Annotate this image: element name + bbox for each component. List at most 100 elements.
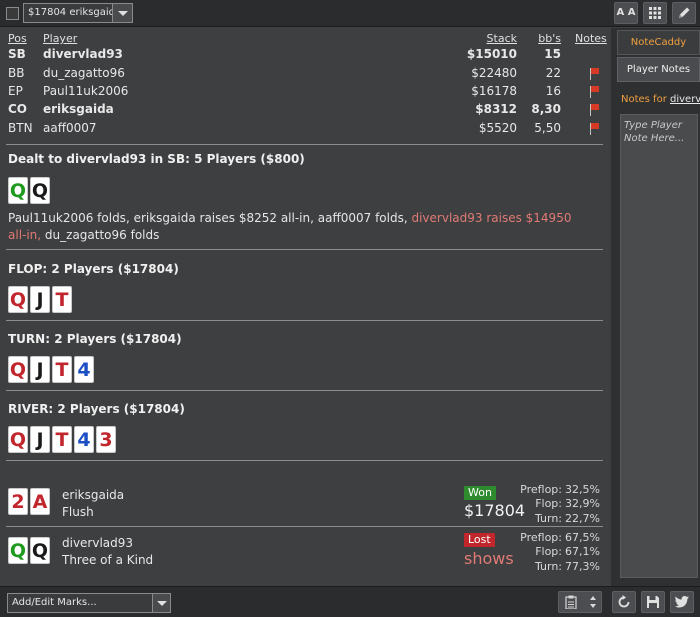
player-row[interactable]: BTN aaff0007 $5520 5,50 [0, 120, 611, 139]
save-button[interactable] [641, 591, 665, 613]
player-row[interactable]: SB divervlad93 $15010 15 [0, 46, 611, 65]
top-toolbar: $17804 eriksgaida A A [0, 0, 700, 27]
divider [6, 144, 603, 145]
board-card: 4 [74, 426, 94, 453]
header-notes[interactable]: Notes [575, 32, 607, 45]
hand-history-panel: Pos Player Stack bb's Notes SB divervlad… [0, 28, 611, 586]
notes-player-link[interactable]: divervlad93 [670, 94, 700, 105]
grid-icon [649, 7, 661, 19]
player-row[interactable]: CO eriksgaida $8312 8,30 [0, 101, 611, 120]
dropdown-chevron-icon[interactable] [112, 4, 132, 22]
dropdown-chevron-icon[interactable] [152, 594, 170, 612]
share-twitter-button[interactable] [670, 591, 694, 613]
header-stack[interactable]: Stack [487, 32, 517, 45]
player-position: EP [8, 84, 23, 98]
notes-for-prefix: Notes for [621, 94, 670, 105]
player-position: BTN [8, 121, 33, 135]
player-position: CO [8, 102, 28, 116]
won-badge: Won [464, 486, 496, 500]
board-card: T [52, 426, 72, 453]
player-name[interactable]: aaff0007 [43, 121, 97, 135]
player-bbs: 22 [545, 66, 561, 80]
note-flag-icon[interactable] [589, 104, 599, 116]
preflop-title: Dealt to divervlad93 in SB: 5 Players ($… [8, 152, 305, 166]
marks-dropdown[interactable]: Add/Edit Marks... [7, 593, 171, 613]
player-stack: $5520 [478, 121, 517, 135]
board-card: Q [8, 426, 28, 453]
font-size-button[interactable]: A A [614, 2, 638, 24]
divider [6, 320, 603, 321]
player-bbs: 5,50 [534, 121, 561, 135]
divider [6, 526, 603, 527]
notes-for-label: Notes for divervlad93 [621, 94, 700, 105]
player-position: BB [8, 66, 25, 80]
result-player-name[interactable]: divervlad93 [62, 536, 133, 550]
grid-button[interactable] [643, 2, 667, 24]
showdown-card: A [30, 488, 50, 515]
action-text-part: Paul11uk2006 folds, eriksgaida raises $8… [8, 211, 412, 225]
board-card: 3 [96, 426, 116, 453]
up-down-arrows-icon [590, 596, 596, 608]
hole-card: Q [8, 177, 28, 204]
player-name[interactable]: divervlad93 [43, 47, 123, 61]
lost-badge: Lost [464, 533, 495, 547]
action-text-part: du_zagatto96 folds [41, 228, 160, 242]
note-flag-icon[interactable] [589, 68, 599, 80]
stat-value: 32,5% [565, 483, 600, 496]
board-card: Q [8, 356, 28, 383]
bottom-toolbar: Add/Edit Marks... [0, 586, 700, 617]
divider [6, 390, 603, 391]
result-hand-rank: Three of a Kind [62, 553, 154, 567]
stat-value: 67,1% [565, 545, 600, 558]
stat-value: 22,7% [565, 512, 600, 525]
divider [6, 249, 603, 250]
player-stack: $16178 [471, 84, 517, 98]
player-stack: $22480 [471, 66, 517, 80]
tab-notecaddy[interactable]: NoteCaddy [617, 30, 700, 55]
board-card: 4 [74, 356, 94, 383]
player-bbs: 15 [544, 47, 561, 61]
notes-sidebar: NoteCaddy Player Notes Notes for divervl… [615, 28, 700, 586]
board-card: T [52, 286, 72, 313]
edit-button[interactable] [672, 2, 696, 24]
player-row[interactable]: BB du_zagatto96 $22480 22 [0, 65, 611, 84]
tab-player-notes[interactable]: Player Notes [617, 57, 700, 82]
result-player-name[interactable]: eriksgaida [62, 488, 124, 502]
note-flag-icon[interactable] [589, 123, 599, 135]
player-name[interactable]: Paul11uk2006 [43, 84, 128, 98]
board-card: Q [8, 286, 28, 313]
font-size-label: A A [616, 7, 636, 18]
player-name[interactable]: eriksgaida [43, 102, 114, 116]
showdown-card: Q [8, 537, 28, 564]
flop-title: FLOP: 2 Players ($17804) [8, 262, 179, 276]
hole-card: Q [30, 177, 50, 204]
hand-checkbox[interactable] [6, 7, 19, 20]
stat-value: 77,3% [565, 560, 600, 573]
showdown-card: Q [30, 537, 50, 564]
stat-value: 32,9% [565, 497, 600, 510]
player-row[interactable]: EP Paul11uk2006 $16178 16 [0, 83, 611, 102]
river-title: RIVER: 2 Players ($17804) [8, 402, 185, 416]
result-hand-rank: Flush [62, 505, 94, 519]
refresh-button[interactable] [612, 591, 636, 613]
player-note-textarea[interactable]: Type Player Note Here... [620, 114, 698, 578]
refresh-icon [618, 595, 630, 608]
player-bbs: 8,30 [531, 102, 561, 116]
notes-stepper[interactable] [558, 591, 602, 613]
header-pos[interactable]: Pos [8, 32, 27, 45]
hand-select-dropdown[interactable]: $17804 eriksgaida [23, 3, 133, 23]
note-flag-icon[interactable] [589, 86, 599, 98]
floppy-disk-icon [647, 596, 659, 608]
stat-value: 67,5% [565, 531, 600, 544]
player-name[interactable]: du_zagatto96 [43, 66, 125, 80]
player-stack: $8312 [475, 102, 517, 116]
board-card: J [30, 356, 50, 383]
preflop-action-text: Paul11uk2006 folds, eriksgaida raises $8… [8, 210, 588, 244]
header-bbs[interactable]: bb's [538, 32, 561, 45]
divider [6, 460, 603, 461]
player-position: SB [8, 47, 26, 61]
turn-title: TURN: 2 Players ($17804) [8, 332, 182, 346]
header-player[interactable]: Player [43, 32, 77, 45]
board-card: T [52, 356, 72, 383]
marks-dropdown-label: Add/Edit Marks... [12, 597, 97, 608]
